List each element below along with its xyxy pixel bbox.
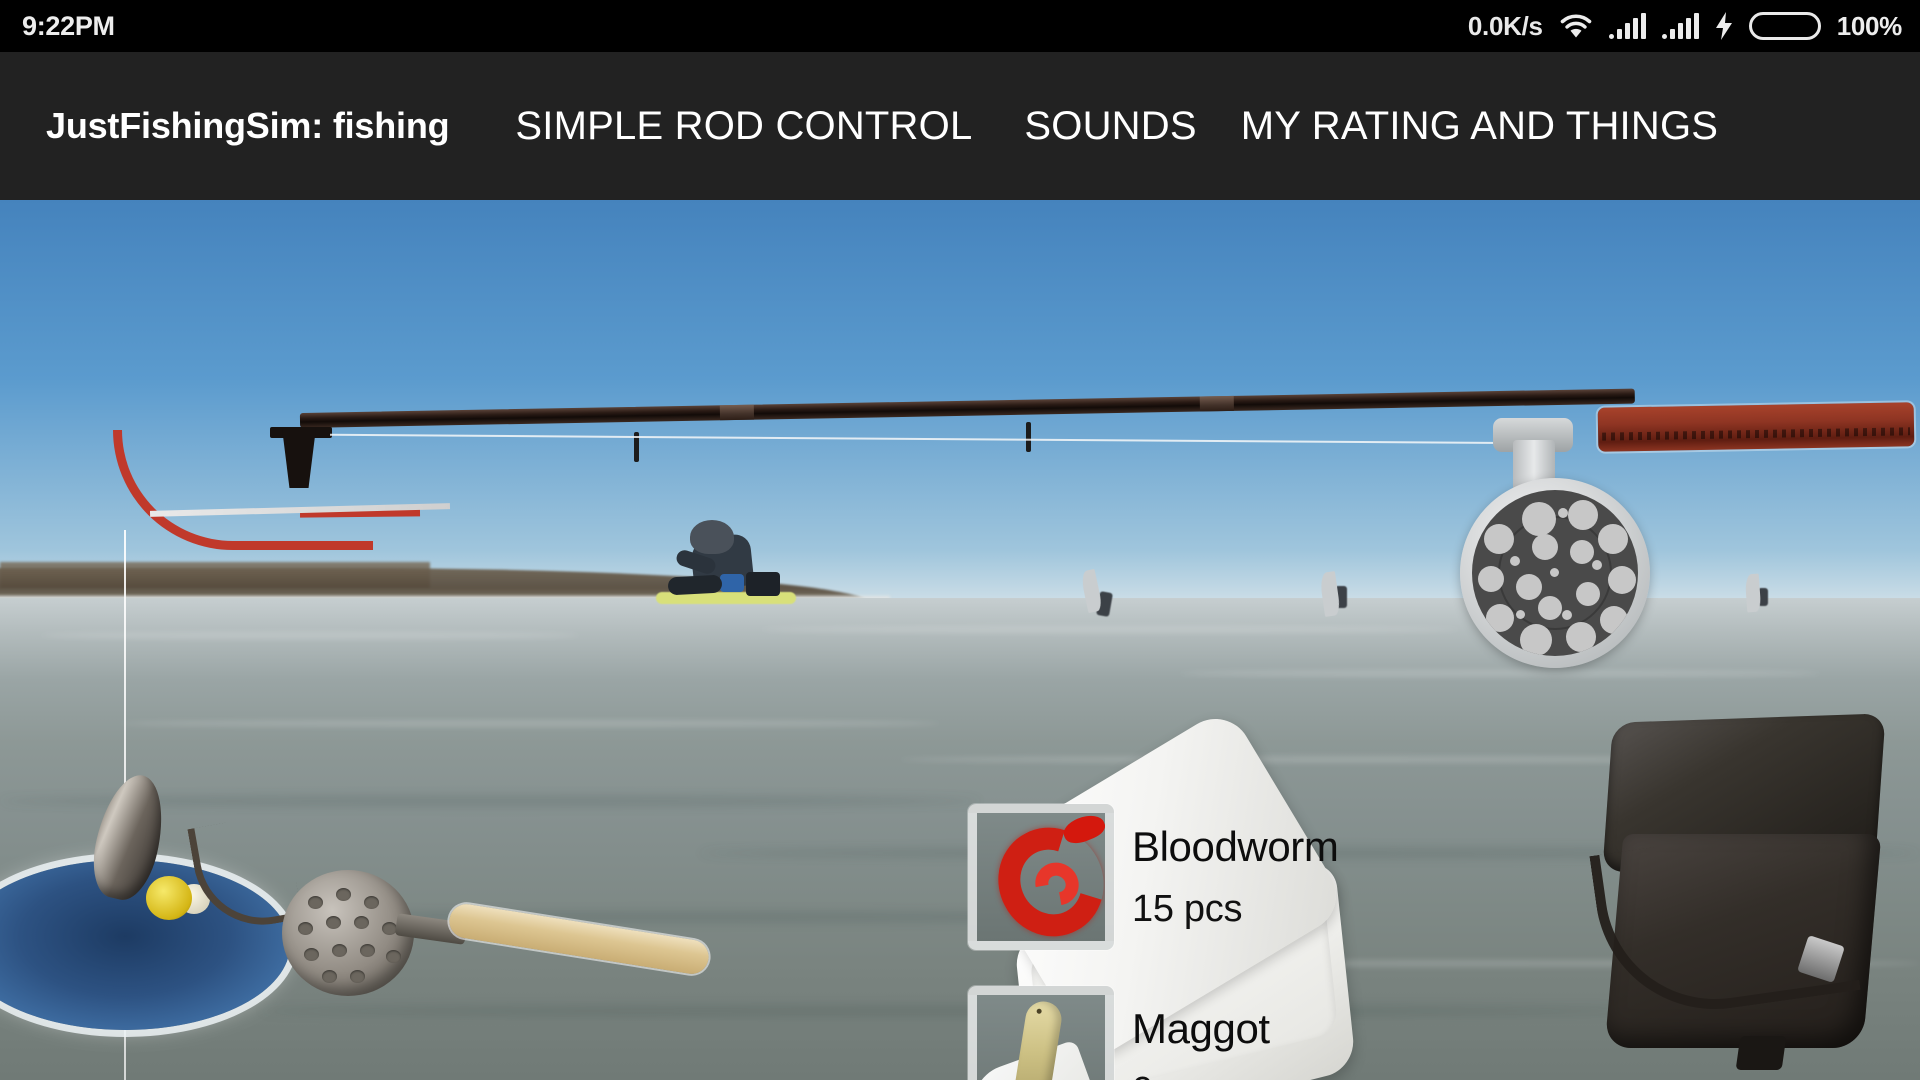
battery-percent-label: 100% — [1836, 10, 1903, 41]
tackle-box[interactable] — [1589, 713, 1902, 1070]
status-bar: 9:22PM 0.0K/s 100% — [0, 0, 1920, 52]
status-bar-right: 0.0K/s 100% — [1468, 11, 1902, 42]
bait-item-bloodworm[interactable]: Bloodworm 15 pcs — [968, 786, 1528, 968]
wifi-icon — [1559, 13, 1593, 39]
reel-face — [1472, 490, 1638, 656]
bloodworm-icon[interactable] — [968, 804, 1114, 950]
lure-bead-yellow — [146, 876, 192, 920]
battery-icon — [1748, 12, 1821, 40]
ice-skimmer-scoop[interactable] — [282, 870, 414, 996]
seated-ice-fisherman — [656, 514, 798, 618]
tab-my-rating-and-things[interactable]: MY RATING AND THINGS — [1241, 104, 1718, 149]
bait-item-maggot[interactable]: Maggot 0 pcs — [968, 968, 1528, 1080]
app-bar: JustFishingSim: fishing SIMPLE ROD CONTR… — [0, 52, 1920, 200]
bait-count: 15 pcs — [1132, 888, 1243, 930]
bait-selection-list[interactable]: Bloodworm 15 pcs Maggot 0 pcs Worm — [968, 786, 1528, 1080]
charging-bolt-icon — [1715, 12, 1733, 40]
maggot-icon[interactable] — [968, 986, 1114, 1080]
rod-guide-ring — [1026, 422, 1031, 452]
bait-name: Maggot — [1132, 1005, 1270, 1052]
rod-handle-grip[interactable] — [1597, 402, 1915, 452]
fishing-reel[interactable] — [1460, 478, 1650, 668]
app-title: JustFishingSim: fishing — [46, 105, 450, 146]
signal-bars-icon — [1661, 13, 1699, 39]
tackle-box-foot — [1735, 1036, 1787, 1070]
bait-name: Bloodworm — [1132, 823, 1339, 870]
status-clock: 9:22PM — [22, 10, 115, 41]
bait-count: 0 pcs — [1132, 1072, 1270, 1080]
bait-item-text: Bloodworm 15 pcs — [1132, 823, 1339, 930]
bait-item-text: Maggot 0 pcs — [1132, 1008, 1270, 1080]
signal-bars-icon — [1608, 13, 1646, 39]
tab-simple-rod-control[interactable]: SIMPLE ROD CONTROL — [515, 104, 972, 149]
game-scene[interactable]: Bloodworm 15 pcs Maggot 0 pcs Worm — [0, 200, 1920, 1080]
network-speed-label: 0.0K/s — [1467, 10, 1543, 41]
tab-sounds[interactable]: SOUNDS — [1024, 104, 1196, 149]
app-screen: 9:22PM 0.0K/s 100% JustFishingSim: fishi… — [0, 0, 1920, 1080]
